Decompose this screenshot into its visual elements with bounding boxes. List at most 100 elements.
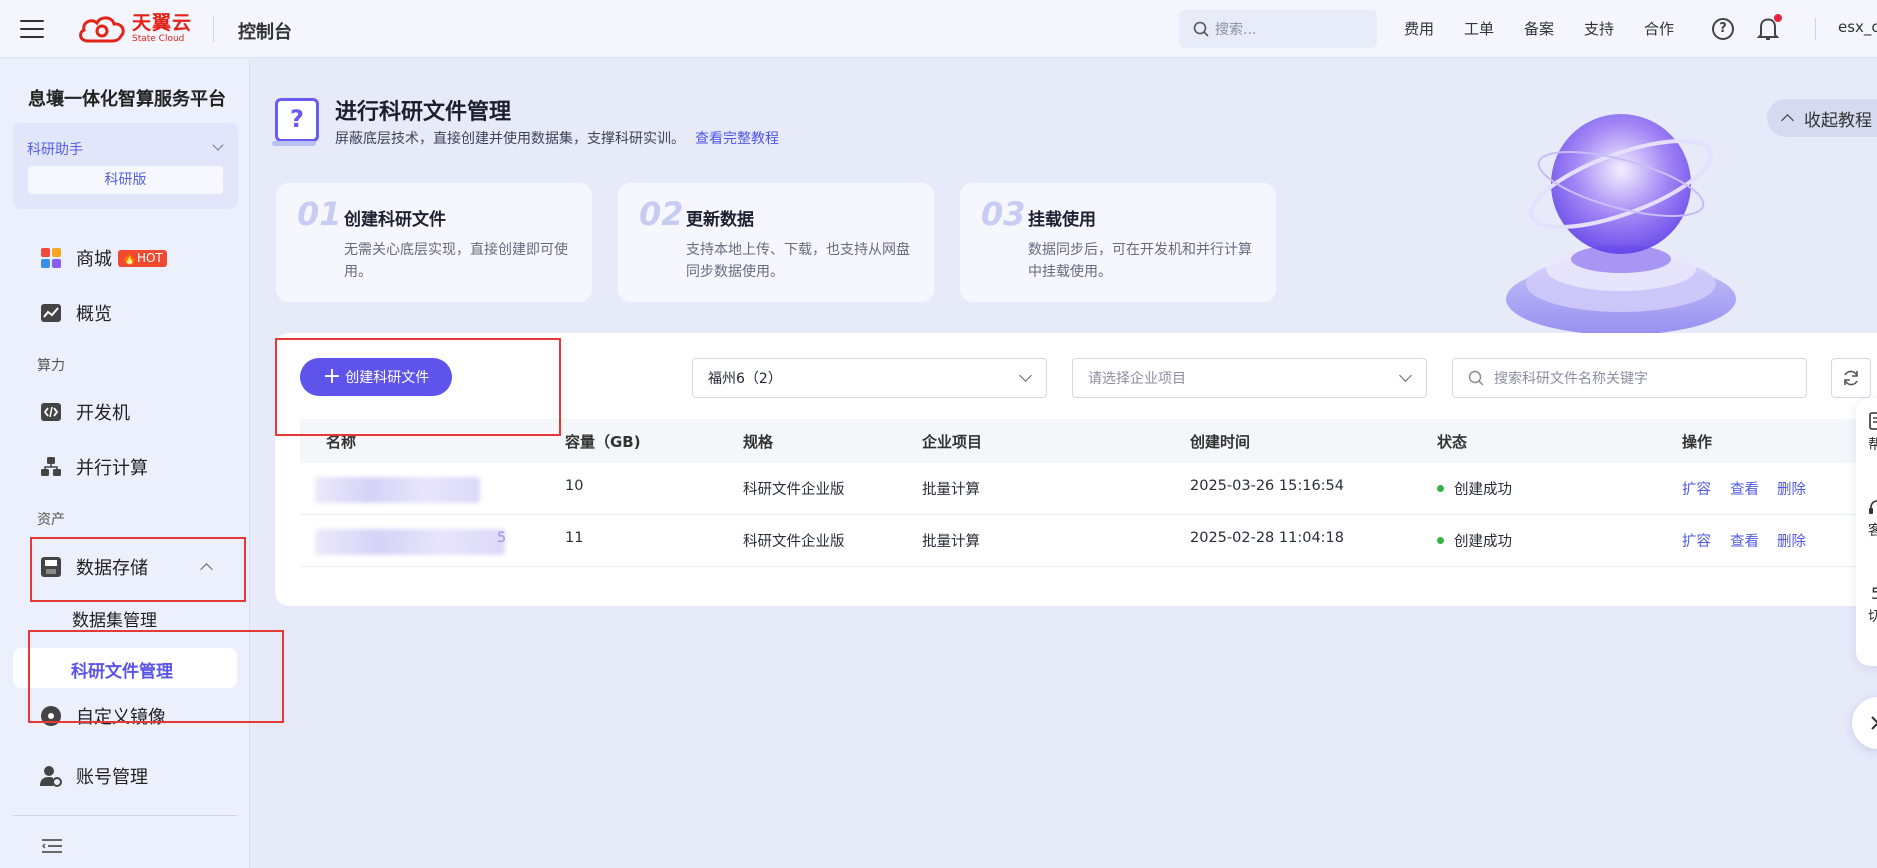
- service-label: 客: [1868, 523, 1877, 539]
- highlight-box: [275, 338, 561, 436]
- cell-status: 创建成功: [1437, 478, 1512, 499]
- page-subtitle: 屏蔽底层技术，直接创建并使用数据集，支撑科研实训。 查看完整教程: [335, 128, 779, 148]
- nav-tickets[interactable]: 工单: [1464, 18, 1524, 39]
- nav-fees[interactable]: 费用: [1404, 18, 1464, 39]
- sidebar-item-overview[interactable]: 概览: [40, 300, 112, 326]
- col-spec: 规格: [743, 433, 774, 451]
- cell-project: 批量计算: [922, 534, 980, 550]
- delete-link[interactable]: 删除: [1777, 530, 1806, 551]
- cell-capacity: 11: [565, 530, 584, 546]
- sidebar-item-label: 开发机: [76, 403, 130, 424]
- logo[interactable]: 天翼云 State Cloud: [76, 13, 192, 45]
- top-nav: 费用 工单 备案 支持 合作: [1404, 18, 1704, 39]
- step-card-3: 03 挂载使用 数据同步后，可在开发机和并行计算中挂载使用。: [959, 182, 1277, 303]
- search-placeholder: 搜索...: [1215, 22, 1257, 38]
- nav-partner[interactable]: 合作: [1644, 18, 1704, 39]
- sidebar-item-label: 并行计算: [76, 458, 148, 479]
- svg-text:5: 5: [1871, 584, 1877, 602]
- expand-link[interactable]: 扩容: [1682, 530, 1711, 551]
- collapse-tutorial-label: 收起教程: [1804, 110, 1872, 131]
- logo-cn: 天翼云: [132, 12, 193, 34]
- chevron-up-icon: [1781, 114, 1794, 127]
- help-label: 帮: [1868, 437, 1877, 453]
- sidebar-item-label: 商城: [76, 249, 112, 270]
- page-title: 进行科研文件管理: [335, 100, 512, 125]
- grid-apps-icon: [41, 248, 61, 268]
- top-bar: 天翼云 State Cloud 控制台 搜索... 费用 工单 备案 支持 合作…: [0, 0, 1877, 58]
- step-title: 挂载使用: [1028, 210, 1096, 230]
- sidebar-item-label: 账号管理: [76, 767, 148, 788]
- help-doc-button[interactable]: 帮: [1868, 412, 1877, 453]
- step-card-1: 01 创建科研文件 无需关心底层实现，直接创建即可使用。: [275, 182, 593, 303]
- tutorial-link[interactable]: 查看完整教程: [695, 131, 779, 147]
- cell-spec: 科研文件企业版: [743, 534, 845, 550]
- view-link[interactable]: 查看: [1730, 478, 1759, 499]
- step-desc: 支持本地上传、下载，也支持从网盘同步数据使用。: [686, 242, 910, 280]
- edition-badge: 科研版: [28, 166, 223, 194]
- main-content: ? 进行科研文件管理 屏蔽底层技术，直接创建并使用数据集，支撑科研实训。 查看完整…: [251, 59, 1877, 868]
- project-select[interactable]: 请选择企业项目: [1072, 358, 1427, 398]
- logo-en: State Cloud: [132, 34, 185, 44]
- sidebar: 息壤一体化智算服务平台 科研助手 科研版 商城 🔥HOT 概览 算力 开发机 并…: [0, 59, 250, 868]
- status-dot: [1437, 484, 1444, 492]
- user-divider: [1815, 18, 1816, 40]
- redacted-name[interactable]: [315, 477, 480, 503]
- chevron-down-icon: [1399, 369, 1412, 382]
- sidebar-item-mall[interactable]: 商城 🔥HOT: [40, 245, 167, 271]
- global-search-input[interactable]: 搜索...: [1179, 10, 1377, 48]
- collapse-sidebar-icon[interactable]: [42, 839, 62, 853]
- collapse-tutorial-button[interactable]: 收起教程: [1767, 99, 1877, 137]
- sidebar-item-devbox[interactable]: 开发机: [40, 399, 130, 425]
- step-title: 更新数据: [686, 210, 754, 230]
- status-text: 创建成功: [1454, 482, 1512, 498]
- cell-spec: 科研文件企业版: [743, 482, 845, 498]
- customer-service-button[interactable]: 客: [1868, 498, 1877, 539]
- nav-support[interactable]: 支持: [1584, 18, 1644, 39]
- step-desc: 数据同步后，可在开发机和并行计算中挂载使用。: [1028, 242, 1252, 280]
- sidebar-item-dataset[interactable]: 数据集管理: [72, 606, 157, 631]
- help-icon[interactable]: ?: [1712, 18, 1734, 40]
- platform-title: 息壤一体化智算服务平台: [28, 89, 226, 110]
- expand-link[interactable]: 扩容: [1682, 478, 1711, 499]
- assistant-switcher[interactable]: 科研助手 科研版: [13, 123, 238, 209]
- step-card-2: 02 更新数据 支持本地上传、下载，也支持从网盘同步数据使用。: [617, 182, 935, 303]
- switch-button[interactable]: 5切: [1868, 584, 1877, 625]
- cell-created: 2025-02-28 11:04:18: [1190, 530, 1344, 546]
- region-select[interactable]: 福州6（2）: [692, 358, 1047, 398]
- cell-project: 批量计算: [922, 482, 980, 498]
- sidebar-item-label: 概览: [76, 304, 112, 325]
- file-search-placeholder: 搜索科研文件名称关键字: [1494, 371, 1648, 387]
- nav-filing[interactable]: 备案: [1524, 18, 1584, 39]
- console-title[interactable]: 控制台: [238, 18, 292, 44]
- sidebar-item-account[interactable]: 账号管理: [40, 763, 148, 789]
- file-search-input[interactable]: 搜索科研文件名称关键字: [1452, 358, 1807, 398]
- floating-help-panel: 帮 客 5切: [1856, 398, 1877, 666]
- step-desc: 无需关心底层实现，直接创建即可使用。: [344, 242, 568, 280]
- project-select-placeholder: 请选择企业项目: [1088, 371, 1186, 387]
- table-row: 10 科研文件企业版 批量计算 2025-03-26 15:16:54 创建成功…: [300, 463, 1877, 515]
- search-icon: [1468, 370, 1484, 386]
- user-menu[interactable]: esx_c: [1838, 18, 1877, 36]
- notification-dot: [1774, 14, 1782, 22]
- refresh-button[interactable]: [1831, 358, 1871, 398]
- group-compute: 算力: [37, 358, 65, 374]
- search-icon: [1193, 21, 1209, 37]
- delete-link[interactable]: 删除: [1777, 478, 1806, 499]
- refresh-icon: [1844, 370, 1858, 386]
- table-row: 5 11 科研文件企业版 批量计算 2025-02-28 11:04:18 创建…: [300, 515, 1877, 567]
- col-status: 状态: [1437, 433, 1468, 451]
- menu-icon[interactable]: [20, 20, 44, 38]
- subtitle-text: 屏蔽底层技术，直接创建并使用数据集，支撑科研实训。: [335, 131, 685, 147]
- close-icon: [1871, 716, 1877, 730]
- col-project: 企业项目: [922, 433, 983, 451]
- floating-close-button[interactable]: [1852, 697, 1877, 749]
- view-link[interactable]: 查看: [1730, 530, 1759, 551]
- sidebar-item-parallel[interactable]: 并行计算: [40, 454, 148, 480]
- status-text: 创建成功: [1454, 534, 1512, 550]
- chevron-down-icon: [1019, 369, 1032, 382]
- switch-icon: 5: [1871, 584, 1877, 603]
- name-tail: 5: [497, 530, 507, 546]
- redacted-name[interactable]: [315, 529, 505, 555]
- globe-illustration: [1506, 114, 1736, 335]
- cell-capacity: 10: [565, 478, 584, 494]
